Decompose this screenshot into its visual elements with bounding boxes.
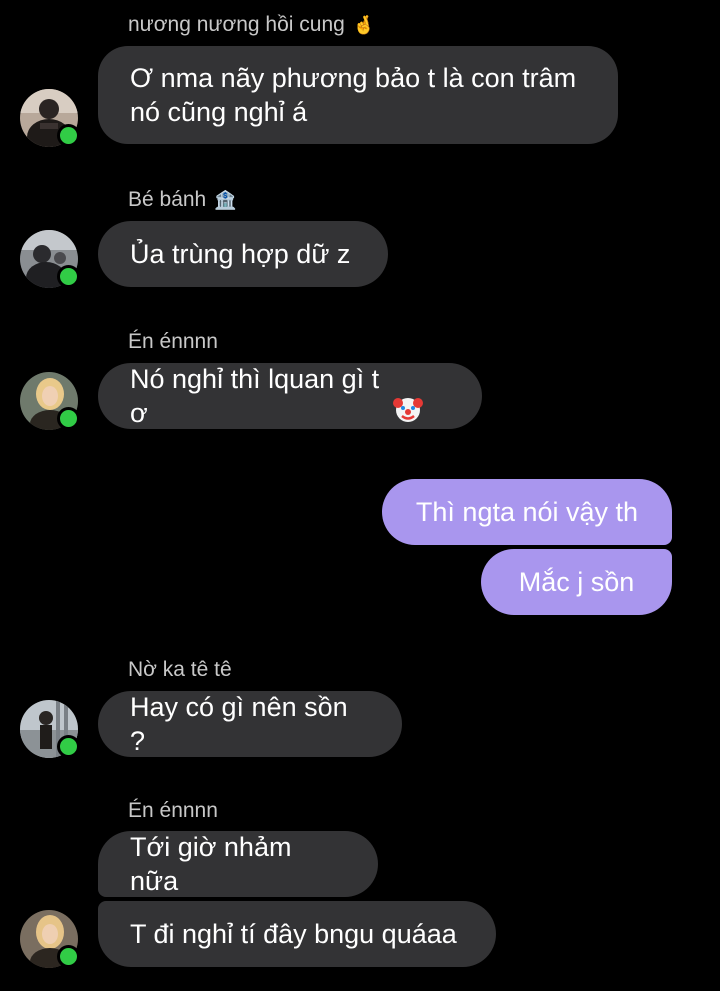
message-bubble[interactable]: Hay có gì nên sồn ? [98,691,402,757]
message-bubble[interactable]: T đi nghỉ tí đây bngu quáaa [98,901,496,967]
message-text: Mắc j sồn [518,567,635,597]
message-text: Tới giờ nhảm nữa [130,832,299,896]
crossed-fingers-icon: 🤞 [352,15,376,36]
sender-name: Én énnnn [128,329,218,355]
message-text: Ủa trùng hợp dữ z [130,239,351,269]
message-bubble[interactable]: Ơ nma nãy phương bảo t là con trâm nó cũ… [98,46,618,144]
online-status-dot [57,407,80,430]
online-status-dot [57,265,80,288]
sender-name-text: Nờ ka tê tê [128,658,232,681]
outgoing-message-bubble[interactable]: Mắc j sồn [481,549,672,615]
avatar[interactable] [20,372,80,430]
online-status-dot [57,124,80,147]
sender-name-text: Bé bánh [128,188,207,211]
outgoing-message-bubble[interactable]: Thì ngta nói vậy th [382,479,672,545]
message-text: Hay có gì nên sồn ? [130,692,356,756]
avatar[interactable] [20,89,80,147]
avatar[interactable] [20,230,80,288]
clown-face-icon [392,325,450,467]
sender-name: Nờ ka tê tê [128,657,232,683]
message-text: Nó nghỉ thì lquan gì t ơ [130,364,387,428]
sender-name: Én énnnn [128,798,218,824]
sender-name: nương nương hồi cung 🤞 [128,12,375,39]
message-bubble[interactable]: Ủa trùng hợp dữ z [98,221,388,287]
sender-name-text: Én énnnn [128,799,218,822]
sender-name-text: Én énnnn [128,330,218,353]
sender-name: Bé bánh 🏦 [128,187,237,214]
online-status-dot [57,735,80,758]
online-status-dot [57,945,80,968]
avatar[interactable] [20,700,80,758]
message-bubble[interactable]: Tới giờ nhảm nữa [98,831,378,897]
bank-building-icon: 🏦 [214,190,237,211]
sender-name-text: nương nương hồi cung [128,13,345,36]
message-text: Thì ngta nói vậy th [415,497,639,527]
message-text: Ơ nma nãy phương bảo t là con trâm nó cũ… [130,63,577,127]
message-bubble[interactable]: Nó nghỉ thì lquan gì t ơ [98,363,482,429]
avatar[interactable] [20,910,80,968]
message-text: T đi nghỉ tí đây bngu quáaa [130,919,457,949]
